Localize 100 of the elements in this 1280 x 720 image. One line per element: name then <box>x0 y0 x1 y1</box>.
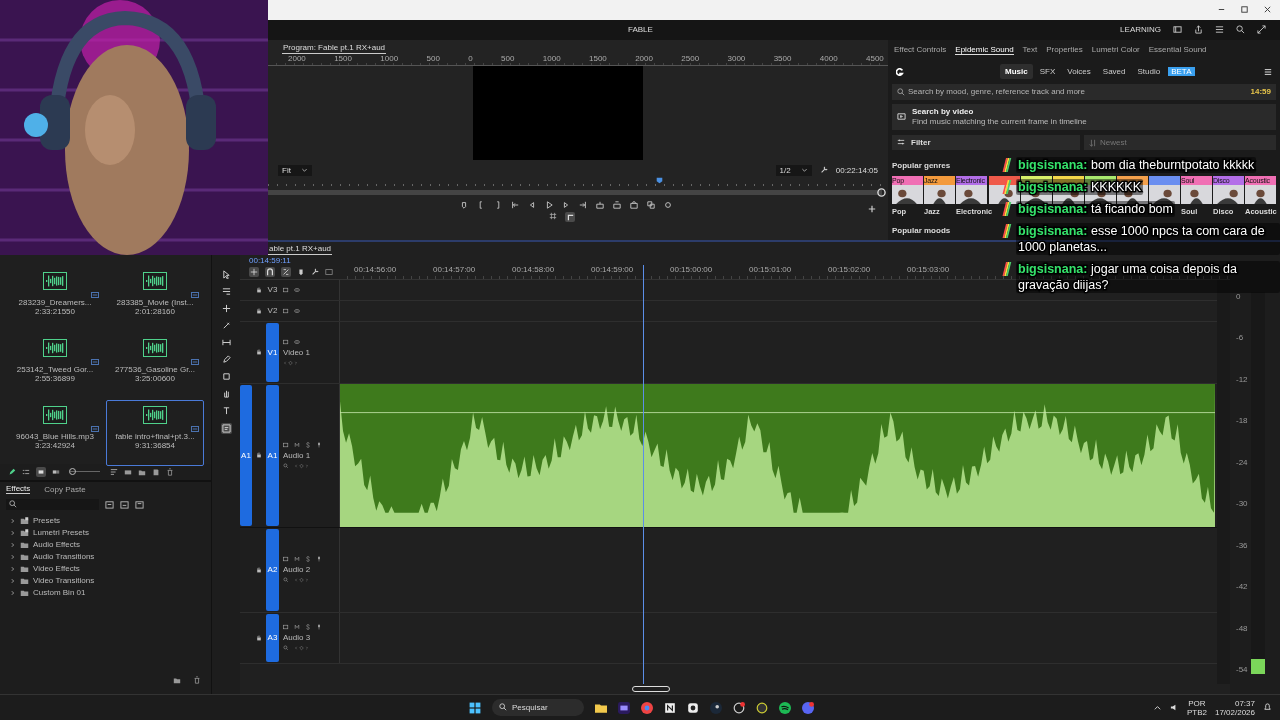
razor-icon[interactable] <box>221 320 231 330</box>
source-patch[interactable]: A1 <box>240 384 252 526</box>
panel-tab[interactable]: Lumetri Color <box>1091 45 1140 55</box>
tree-item[interactable]: Video Transitions <box>33 576 95 586</box>
clock-date[interactable]: 17/02/2026 <box>1214 707 1255 717</box>
chevron-icon[interactable] <box>10 553 16 560</box>
yuv-filter-icon[interactable] <box>135 499 144 509</box>
zoom-icon[interactable] <box>283 577 289 584</box>
fullscreen-icon[interactable] <box>1257 25 1266 35</box>
app-icon[interactable] <box>687 701 699 714</box>
notification-icon[interactable] <box>1263 703 1272 712</box>
find-icon[interactable] <box>124 467 132 476</box>
32-bit-filter-icon[interactable] <box>120 499 129 509</box>
media-item[interactable]: 283239_Dreamers... 2:33:21550 <box>6 265 104 332</box>
input-language[interactable]: POR <box>1188 698 1206 708</box>
nav-tab[interactable]: Voices <box>1062 64 1096 80</box>
type-icon[interactable] <box>221 405 231 415</box>
mute-icon[interactable] <box>294 624 300 631</box>
safe-margins-icon[interactable] <box>565 211 575 222</box>
accelerated-filter-icon[interactable] <box>105 499 114 509</box>
tree-item[interactable]: Audio Effects <box>33 540 80 550</box>
zoom-dropdown[interactable]: Fit <box>278 164 312 176</box>
notes-app-icon[interactable] <box>664 701 676 714</box>
genre-tile[interactable] <box>1149 175 1180 204</box>
panel-icon[interactable] <box>1173 25 1182 35</box>
wrench-icon[interactable] <box>311 267 319 276</box>
panel-tab[interactable]: Copy Paste <box>44 484 86 494</box>
panel-tab[interactable]: Properties <box>1046 45 1083 55</box>
track-target[interactable]: V3 <box>266 280 279 299</box>
sort-dropdown[interactable]: Newest <box>1084 134 1276 150</box>
search-field[interactable] <box>6 498 99 510</box>
grid-icon[interactable] <box>549 211 557 220</box>
marker-icon[interactable] <box>297 267 305 276</box>
sync-lock-icon[interactable] <box>283 624 289 631</box>
caption-icon[interactable] <box>220 422 232 434</box>
sync-lock-icon[interactable] <box>283 556 289 563</box>
tree-item[interactable]: Presets <box>33 516 61 526</box>
chevron-icon[interactable] <box>10 577 16 584</box>
go-to-in-icon[interactable] <box>511 200 519 209</box>
nav-tab[interactable]: Studio <box>1132 64 1166 80</box>
sync-icon[interactable] <box>664 200 672 209</box>
rectangle-icon[interactable] <box>221 371 231 381</box>
search-by-video-card[interactable]: Search by video Find music matching the current frame in timeline <box>892 103 1276 130</box>
nav-tab[interactable]: SFX <box>1034 64 1061 80</box>
panel-tab[interactable]: Effects <box>6 484 31 495</box>
media-item[interactable]: 96043_Blue Hills.mp3 3:23:42924 <box>6 399 104 466</box>
slip-icon[interactable] <box>221 337 231 347</box>
new-item-icon[interactable] <box>152 467 160 476</box>
panel-tab[interactable]: Effect Controls <box>894 45 947 55</box>
folder-icon[interactable] <box>595 701 607 714</box>
game-store-icon[interactable] <box>710 701 722 714</box>
nest-icon[interactable] <box>249 266 259 277</box>
step-back-icon[interactable] <box>528 200 536 209</box>
menu-icon[interactable] <box>1264 67 1272 76</box>
app-icon[interactable] <box>733 701 745 714</box>
microphone-icon[interactable] <box>316 624 322 631</box>
genre-tile[interactable] <box>989 175 1020 204</box>
audio-clip[interactable] <box>340 383 1215 527</box>
close-icon[interactable] <box>1263 5 1272 15</box>
scrollbar-thumb[interactable] <box>632 686 670 693</box>
add-icon[interactable] <box>868 204 876 213</box>
sync-lock-icon[interactable] <box>283 441 289 448</box>
play-icon[interactable] <box>545 200 553 209</box>
lock-icon[interactable] <box>256 286 262 293</box>
pen-icon[interactable] <box>221 354 231 364</box>
progress-icon[interactable] <box>1215 25 1224 35</box>
chat-app-icon[interactable] <box>802 701 814 714</box>
microphone-icon[interactable] <box>316 556 322 563</box>
lock-icon[interactable] <box>256 307 262 314</box>
track-target[interactable]: V1 <box>266 322 279 382</box>
new-bin-icon[interactable] <box>173 676 181 685</box>
eye-icon[interactable] <box>294 307 300 314</box>
zoom-icon[interactable] <box>283 462 289 469</box>
timecode[interactable]: 00:22:14:05 <box>835 165 878 175</box>
zoom-icon[interactable] <box>283 645 289 652</box>
tree-item[interactable]: Video Effects <box>33 564 80 574</box>
list-view-icon[interactable] <box>22 467 30 476</box>
music-app-icon[interactable] <box>779 701 791 714</box>
linked-selection-icon[interactable] <box>281 266 291 277</box>
tree-item[interactable]: Custom Bin 01 <box>33 588 86 598</box>
sync-lock-icon[interactable] <box>283 338 289 345</box>
lift-icon[interactable] <box>596 200 604 209</box>
pencil-icon[interactable] <box>8 467 16 476</box>
eye-icon[interactable] <box>294 338 300 345</box>
selection-icon[interactable] <box>221 269 231 279</box>
tree-item[interactable]: Audio Transitions <box>33 552 95 562</box>
share-icon[interactable] <box>1194 25 1203 35</box>
windows-start-icon[interactable] <box>469 701 481 714</box>
chevron-icon[interactable] <box>10 529 16 536</box>
trash-icon[interactable] <box>193 676 201 685</box>
panel-tab[interactable]: Text <box>1022 45 1038 55</box>
track-target[interactable]: A3 <box>266 613 279 662</box>
panel-tab[interactable]: Program: Fable pt.1 RX+aud <box>282 41 387 54</box>
freeform-view-icon[interactable] <box>52 467 60 476</box>
zoom-handle[interactable] <box>877 187 886 197</box>
clock-time[interactable]: 07:37 <box>1234 698 1255 708</box>
track-select-icon[interactable] <box>221 286 231 296</box>
lock-icon[interactable] <box>256 349 262 356</box>
tree-item[interactable]: Lumetri Presets <box>33 528 90 538</box>
move-icon[interactable] <box>221 303 231 313</box>
